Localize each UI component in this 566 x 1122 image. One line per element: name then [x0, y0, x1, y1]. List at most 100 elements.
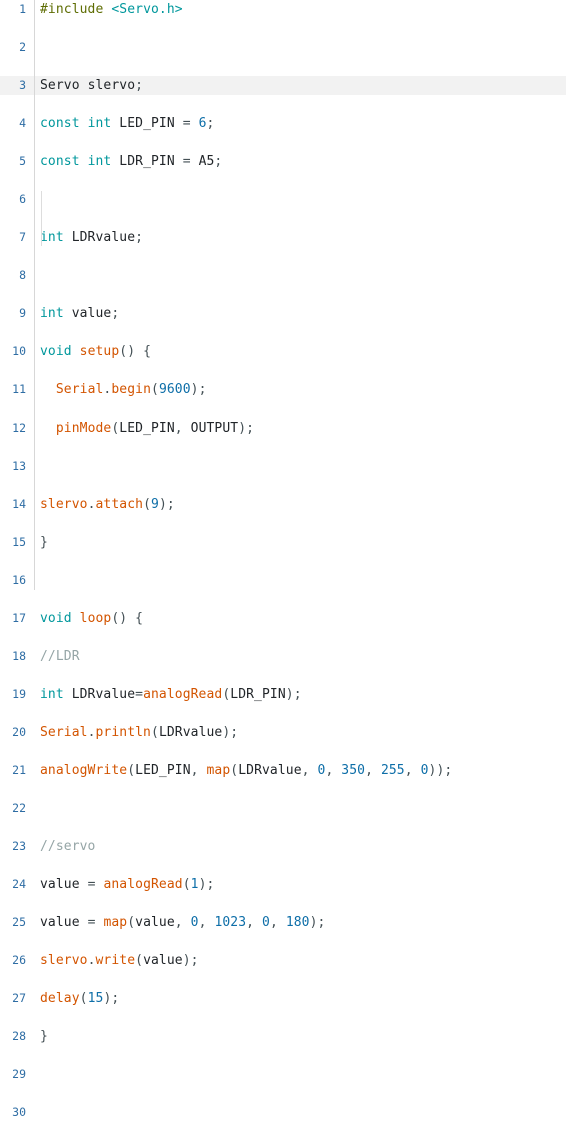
code-text[interactable]: analogWrite(LED_PIN, map(LDRvalue, 0, 35… [40, 761, 452, 780]
code-line[interactable]: 26 slervo.write(value); [0, 951, 566, 970]
code-text[interactable]: const int LED_PIN = 6; [40, 114, 214, 133]
code-line[interactable]: 9 int value; [0, 304, 566, 323]
code-token: () { [111, 610, 144, 626]
code-line[interactable]: 18 //LDR [0, 647, 566, 666]
code-line[interactable]: 6 [0, 190, 566, 209]
code-line[interactable]: 8 [0, 266, 566, 285]
code-text[interactable]: } [40, 533, 48, 552]
code-token: pinMode [55, 420, 112, 436]
code-token: 15 [87, 991, 104, 1007]
line-number: 6 [19, 192, 26, 207]
code-line[interactable]: 3 Servo slervo; [0, 76, 566, 96]
code-token: slervo [40, 496, 88, 512]
code-line[interactable]: 27 delay(15); [0, 989, 566, 1008]
code-token: write [95, 953, 136, 969]
code-token: . [87, 724, 96, 740]
code-line[interactable]: 4 const int LED_PIN = 6; [0, 114, 566, 133]
line-number: 10 [12, 344, 26, 359]
code-token: , [269, 915, 286, 931]
code-token: ); [190, 382, 207, 398]
code-token: const [40, 116, 80, 132]
code-token: Serial [40, 724, 88, 740]
code-line[interactable]: 30 [0, 1103, 566, 1122]
code-text[interactable]: Serial.println(LDRvalue); [40, 723, 238, 742]
line-number: 20 [12, 724, 26, 739]
code-text[interactable]: Serial.begin(9600); [40, 380, 207, 399]
code-line-list[interactable]: 1 #include <Servo.h> 2 3 Servo slervo; 4 const… [0, 0, 566, 1119]
code-text[interactable]: value = analogRead(1); [40, 875, 214, 894]
code-line[interactable]: 7 int LDRvalue; [0, 228, 566, 247]
code-line[interactable]: 16 [0, 571, 566, 590]
code-line[interactable]: 14 slervo.attach(9); [0, 495, 566, 514]
code-token: map [103, 915, 128, 931]
code-text[interactable]: } [40, 1027, 48, 1046]
code-token: LDRvalue [238, 762, 302, 778]
code-text[interactable]: int LDRvalue=analogRead(LDR_PIN); [40, 685, 302, 704]
code-token: LDRvalue [63, 230, 136, 246]
code-text[interactable]: #include <Servo.h> [40, 0, 183, 19]
code-token: 350 [341, 762, 366, 778]
line-number: 8 [19, 268, 26, 283]
line-number: 29 [12, 1067, 26, 1082]
code-text[interactable]: slervo.write(value); [40, 951, 199, 970]
code-line[interactable]: 22 [0, 799, 566, 818]
code-token: analogWrite [40, 762, 128, 778]
code-line[interactable]: 12 pinMode(LED_PIN, OUTPUT); [0, 419, 566, 438]
code-token: slervo [79, 78, 136, 94]
code-token: ( [127, 762, 136, 778]
code-token: 1023 [214, 915, 247, 931]
line-number: 3 [19, 78, 26, 93]
code-text[interactable]: int value; [40, 304, 119, 323]
code-text[interactable]: delay(15); [40, 989, 119, 1008]
code-line[interactable]: 19 int LDRvalue=analogRead(LDR_PIN); [0, 685, 566, 704]
code-line[interactable]: 17 void loop() { [0, 609, 566, 628]
line-number: 9 [19, 306, 26, 321]
code-line[interactable]: 29 [0, 1065, 566, 1084]
code-line[interactable]: 21 analogWrite(LED_PIN, map(LDRvalue, 0, … [0, 761, 566, 780]
code-line[interactable]: 15} [0, 533, 566, 552]
code-text[interactable]: const int LDR_PIN = A5; [40, 152, 222, 171]
code-token: , [246, 915, 263, 931]
code-token: = [87, 915, 96, 931]
code-line[interactable]: 24 value = analogRead(1); [0, 875, 566, 894]
gutter-separator [34, 0, 35, 590]
code-text[interactable]: int LDRvalue; [40, 228, 143, 247]
code-line[interactable]: 2 [0, 38, 566, 57]
code-line[interactable]: 10 void setup() { [0, 342, 566, 361]
code-token: setup [79, 344, 120, 360]
code-token: ( [222, 686, 231, 702]
code-line[interactable]: 23 //servo [0, 837, 566, 856]
code-token: ); [285, 686, 302, 702]
code-token: ); [103, 991, 120, 1007]
code-line[interactable]: 1 #include <Servo.h> [0, 0, 566, 19]
code-token: , [365, 762, 381, 778]
code-line[interactable]: 5 const int LDR_PIN = A5; [0, 152, 566, 171]
code-text[interactable]: pinMode(LED_PIN, OUTPUT); [40, 419, 254, 438]
code-text[interactable]: slervo.attach(9); [40, 495, 175, 514]
code-text[interactable]: void setup() { [40, 342, 151, 361]
code-text[interactable]: //servo [40, 837, 96, 856]
code-line[interactable]: 11 Serial.begin(9600); [0, 380, 566, 399]
code-line[interactable]: 13 [0, 457, 566, 476]
code-token: 9600 [158, 382, 191, 398]
code-token: LDRvalue [63, 686, 136, 702]
code-token: = [87, 877, 96, 893]
code-text[interactable]: value = map(value, 0, 1023, 0, 180); [40, 913, 325, 932]
code-text[interactable]: void loop() { [40, 609, 143, 628]
code-token: . [87, 953, 96, 969]
line-number: 12 [12, 420, 26, 435]
code-token: attach [95, 496, 144, 512]
line-number: 13 [12, 458, 26, 473]
code-token: OUTPUT [190, 420, 239, 436]
line-number: 27 [12, 991, 26, 1006]
code-line[interactable]: 28} [0, 1027, 566, 1046]
code-line[interactable]: 25 value = map(value, 0, 1023, 0, 180); [0, 913, 566, 932]
code-editor[interactable]: 1 #include <Servo.h> 2 3 Servo slervo; 4 const… [0, 0, 566, 1119]
line-number: 18 [12, 648, 26, 663]
code-text[interactable]: Servo slervo; [40, 76, 143, 95]
line-number: 21 [12, 762, 26, 777]
code-text[interactable]: //LDR [40, 647, 80, 666]
code-line[interactable]: 20 Serial.println(LDRvalue); [0, 723, 566, 742]
